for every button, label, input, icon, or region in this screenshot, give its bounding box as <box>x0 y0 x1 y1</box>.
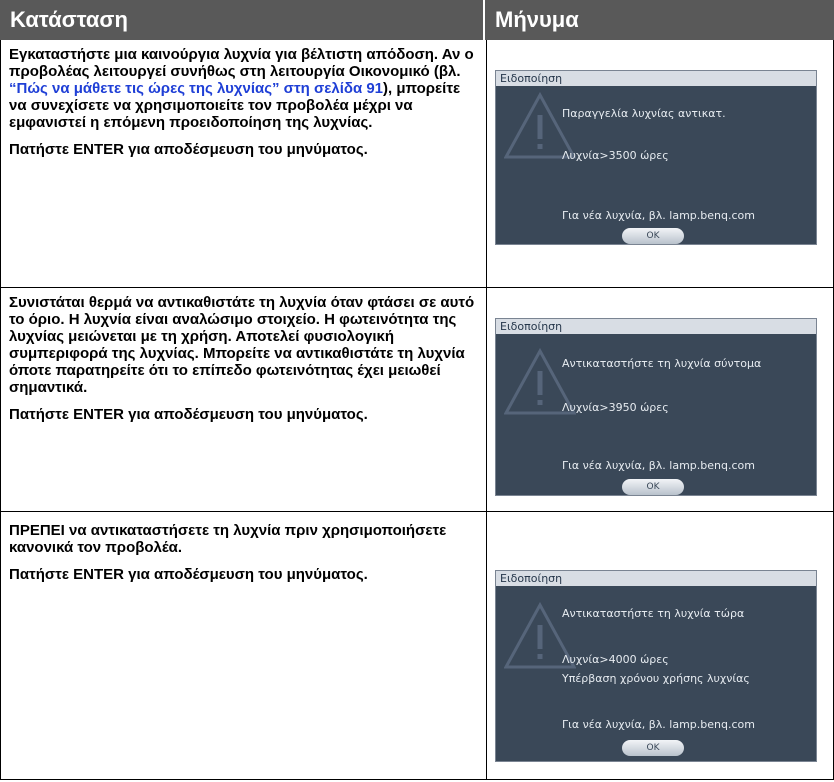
enter-instruction: Πατήστε ENTER για αποδέσμευση του μηνύμα… <box>9 566 368 583</box>
osd-heading: Παραγγελία λυχνίας αντικατ. <box>562 107 726 120</box>
osd-lamp-hours: Λυχνία>4000 ώρες <box>562 653 669 666</box>
enter-instruction: Πατήστε ENTER για αποδέσμευση του μηνύμα… <box>9 141 368 158</box>
status-description: Συνιστάται θερμά να αντικαθιστάτε τη λυχ… <box>9 294 475 396</box>
osd-title-bar: Ειδοποίηση <box>496 571 816 586</box>
page-reference-link[interactable]: “Πώς να μάθετε τις ώρες της λυχνίας” στη… <box>9 80 383 97</box>
table-header: Κατάσταση Μήνυμα <box>0 0 834 40</box>
status-description: Εγκαταστήστε μια καινούργια λυχνία για β… <box>9 46 474 131</box>
osd-title-bar: Ειδοποίηση <box>496 71 816 86</box>
osd-notice-dialog: Ειδοποίηση Αντικαταστήστε τη λυχνία σύντ… <box>495 318 817 496</box>
column-divider <box>486 40 487 287</box>
osd-heading: Αντικαταστήστε τη λυχνία τώρα <box>562 607 745 620</box>
status-cell: Συνιστάται θερμά να αντικαθιστάτε τη λυχ… <box>9 294 475 433</box>
status-cell: ΠΡΕΠΕΙ να αντικαταστήσετε τη λυχνία πριν… <box>9 522 475 593</box>
table-row: Εγκαταστήστε μια καινούργια λυχνία για β… <box>0 40 834 288</box>
column-header-message: Μήνυμα <box>485 0 834 40</box>
enter-instruction: Πατήστε ENTER για αποδέσμευση του μηνύμα… <box>9 406 368 423</box>
column-divider <box>486 512 487 779</box>
column-divider <box>486 288 487 511</box>
osd-replacement-url: Για νέα λυχνία, βλ. lamp.benq.com <box>562 209 755 222</box>
table-row: ΠΡΕΠΕΙ να αντικαταστήσετε τη λυχνία πριν… <box>0 512 834 780</box>
osd-notice-dialog: Ειδοποίηση Αντικαταστήστε τη λυχνία τώρα… <box>495 570 817 762</box>
osd-lamp-hours: Λυχνία>3500 ώρες <box>562 149 669 162</box>
status-description: ΠΡΕΠΕΙ να αντικαταστήσετε τη λυχνία πριν… <box>9 522 447 556</box>
ok-button[interactable]: OK <box>622 740 684 756</box>
ok-button[interactable]: OK <box>622 228 684 244</box>
ok-button[interactable]: OK <box>622 479 684 495</box>
osd-replacement-url: Για νέα λυχνία, βλ. lamp.benq.com <box>562 718 755 731</box>
osd-replacement-url: Για νέα λυχνία, βλ. lamp.benq.com <box>562 459 755 472</box>
osd-title-bar: Ειδοποίηση <box>496 319 816 334</box>
osd-overuse-warning: Υπέρβαση χρόνου χρήσης λυχνίας <box>562 672 750 685</box>
osd-heading: Αντικαταστήστε τη λυχνία σύντομα <box>562 357 762 370</box>
osd-notice-dialog: Ειδοποίηση Παραγγελία λυχνίας αντικατ. Λ… <box>495 70 817 245</box>
column-header-status: Κατάσταση <box>0 0 485 40</box>
lamp-status-table: Κατάσταση Μήνυμα Εγκαταστήστε μια καινού… <box>0 0 834 782</box>
table-row: Συνιστάται θερμά να αντικαθιστάτε τη λυχ… <box>0 288 834 512</box>
status-cell: Εγκαταστήστε μια καινούργια λυχνία για β… <box>9 46 475 168</box>
osd-lamp-hours: Λυχνία>3950 ώρες <box>562 401 669 414</box>
